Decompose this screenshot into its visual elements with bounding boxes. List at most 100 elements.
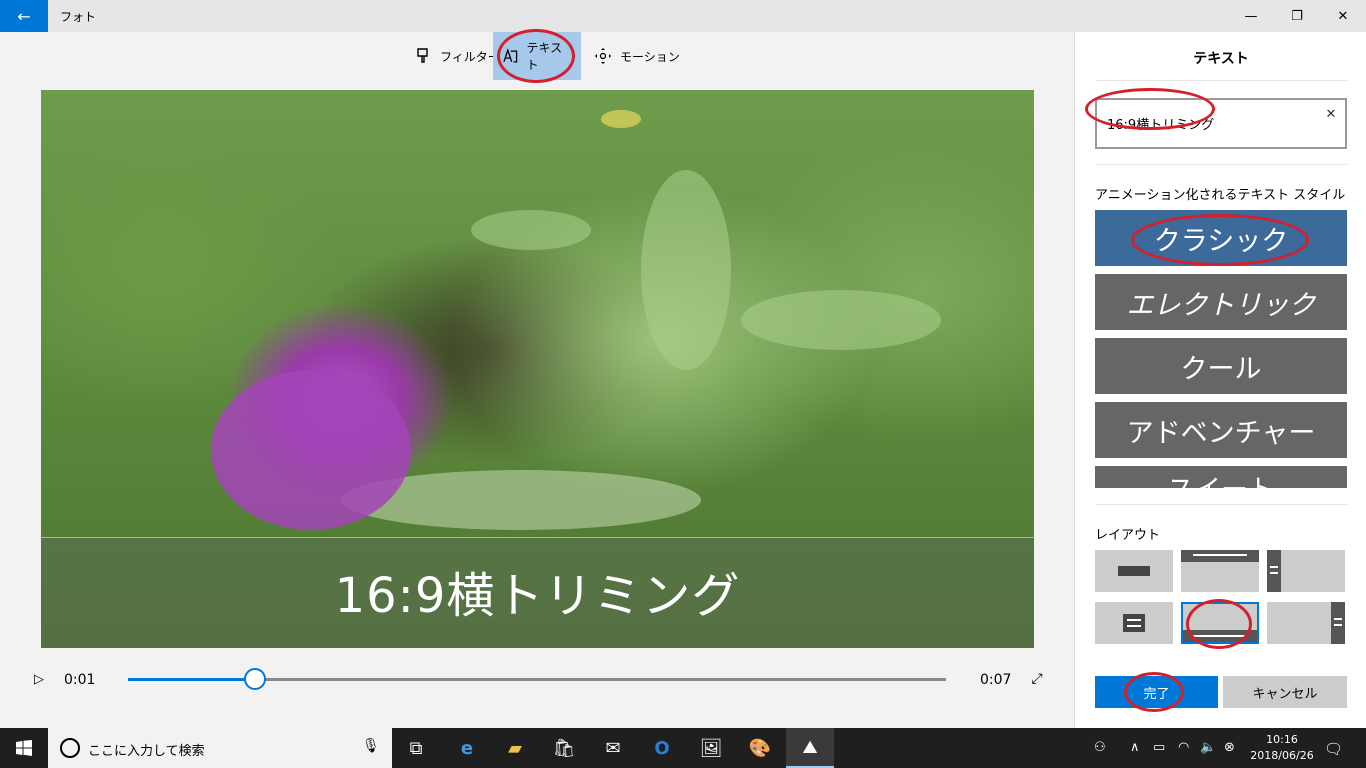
layout-line: [1193, 554, 1247, 556]
windows-logo-icon: [16, 740, 32, 756]
close-icon: ✕: [1325, 106, 1337, 122]
text-tool-label: テキスト: [526, 41, 563, 72]
clear-text-button[interactable]: ✕: [1323, 106, 1339, 122]
taskbar-search[interactable]: ここに入力して検索 🎙: [48, 728, 392, 768]
layout-line: [1127, 619, 1141, 621]
play-button[interactable]: ▷: [28, 668, 50, 690]
play-icon: ▷: [34, 671, 44, 687]
paint-button[interactable]: 🎨: [736, 728, 784, 768]
filter-tool-label: フィルター: [440, 49, 500, 64]
photo-viewer-icon: 🖼: [699, 737, 723, 759]
clock-time: 10:16: [1266, 733, 1298, 746]
battery-icon[interactable]: ▭: [1153, 740, 1165, 755]
wifi-icon[interactable]: ◠: [1178, 740, 1189, 755]
style-classic-button[interactable]: クラシック: [1095, 210, 1347, 266]
layout-line: [1193, 635, 1247, 637]
style-sweet-button[interactable]: スイート: [1095, 466, 1347, 488]
text-input[interactable]: [1095, 98, 1347, 149]
panel-title: テキスト: [1193, 51, 1249, 67]
search-placeholder: ここに入力して検索: [88, 744, 205, 759]
layout-label: レイアウト: [1095, 528, 1161, 543]
leaf-shape: [601, 110, 641, 128]
done-button[interactable]: 完了: [1095, 676, 1218, 708]
playback-bar: ▷ 0:01 0:07 ⤢: [0, 662, 1074, 696]
store-icon: 🛍: [552, 737, 576, 759]
text-tool-button[interactable]: テキスト: [493, 32, 581, 80]
clock[interactable]: 10:16 2018/06/26: [1248, 732, 1316, 764]
layout-left-button[interactable]: [1267, 550, 1345, 592]
leaf-shape: [641, 170, 731, 370]
layout-line: [1270, 572, 1278, 574]
layout-line: [1270, 566, 1278, 568]
task-view-button[interactable]: ⧉: [392, 728, 440, 768]
leaf-shape: [471, 210, 591, 250]
expand-button[interactable]: ⤢: [1026, 668, 1048, 690]
outlook-button[interactable]: O: [638, 728, 686, 768]
photos-button[interactable]: ⛰: [786, 728, 834, 768]
layout-line: [1334, 624, 1342, 626]
close-icon: ✕: [1337, 8, 1349, 24]
taskbar: ここに入力して検索 🎙 ⧉ e ▰ 🛍 ✉ O 🖼 🎨 ⛰ ⚇ ∧ ▭ ◠ 🔈 …: [0, 728, 1366, 768]
layout-text-bar: [1331, 602, 1345, 644]
title-bar: ← フォト — ❐ ✕: [0, 0, 1366, 32]
microphone-icon[interactable]: 🎙: [362, 738, 380, 754]
brush-icon: [417, 48, 428, 63]
seek-progress: [128, 678, 255, 681]
style-adventure-button[interactable]: アドベンチャー: [1095, 402, 1347, 458]
leaf-shape: [741, 290, 941, 350]
task-view-icon: ⧉: [409, 737, 423, 759]
layout-grid: [1095, 550, 1347, 646]
store-button[interactable]: 🛍: [540, 728, 588, 768]
text-icon: [503, 48, 518, 63]
outlook-icon: O: [654, 737, 670, 759]
divider: [1095, 164, 1347, 165]
layout-line: [1127, 625, 1141, 627]
cancel-button[interactable]: キャンセル: [1223, 676, 1347, 708]
style-electric-button[interactable]: エレクトリック: [1095, 274, 1347, 330]
layout-center-small-button[interactable]: [1095, 602, 1173, 644]
paint-icon: 🎨: [748, 737, 772, 759]
edge-icon: e: [460, 737, 474, 759]
style-cool-button[interactable]: クール: [1095, 338, 1347, 394]
layout-top-button[interactable]: [1181, 550, 1259, 592]
people-icon[interactable]: ⚇: [1094, 740, 1106, 755]
mail-icon: ✉: [605, 737, 621, 759]
motion-tool-button[interactable]: モーション: [586, 32, 688, 80]
layout-line: [1334, 618, 1342, 620]
maximize-button[interactable]: ❐: [1274, 0, 1320, 32]
notification-badge-icon[interactable]: ⊗: [1224, 740, 1235, 755]
layout-bottom-button[interactable]: [1181, 602, 1259, 644]
layout-right-button[interactable]: [1267, 602, 1345, 644]
edit-toolbar: フィルター テキスト モーション: [0, 32, 1074, 80]
cortana-icon: [60, 738, 80, 758]
volume-icon[interactable]: 🔈: [1200, 740, 1216, 755]
app-title: フォト: [60, 10, 97, 24]
action-center-icon[interactable]: 🗨: [1324, 740, 1343, 758]
minimize-button[interactable]: —: [1228, 0, 1274, 32]
caption-text[interactable]: 16:9横トリミング: [41, 556, 1034, 626]
expand-icon: ⤢: [1031, 671, 1043, 687]
mail-button[interactable]: ✉: [589, 728, 637, 768]
end-time: 0:07: [980, 672, 1012, 688]
chevron-up-icon[interactable]: ∧: [1130, 740, 1140, 755]
clock-date: 2018/06/26: [1250, 749, 1314, 762]
styles-list[interactable]: クラシック エレクトリック クール アドベンチャー スイート: [1095, 210, 1347, 488]
edge-button[interactable]: e: [443, 728, 491, 768]
layout-center-button[interactable]: [1095, 550, 1173, 592]
seek-thumb[interactable]: [243, 668, 266, 690]
current-time: 0:01: [64, 672, 96, 688]
explorer-button[interactable]: ▰: [491, 728, 539, 768]
styles-label: アニメーション化されるテキスト スタイル: [1095, 188, 1346, 203]
layout-text-bar: [1118, 566, 1150, 576]
arrow-left-icon: ←: [17, 6, 31, 26]
motion-icon: [595, 48, 611, 64]
start-button[interactable]: [0, 728, 48, 768]
layout-text-bar: [1123, 614, 1145, 632]
layout-text-bar: [1267, 550, 1281, 592]
back-button[interactable]: ←: [0, 0, 48, 32]
minimize-icon: —: [1244, 8, 1258, 24]
seek-slider[interactable]: [128, 668, 946, 690]
folder-icon: ▰: [508, 737, 522, 759]
close-button[interactable]: ✕: [1320, 0, 1366, 32]
photo-viewer-button[interactable]: 🖼: [687, 728, 735, 768]
